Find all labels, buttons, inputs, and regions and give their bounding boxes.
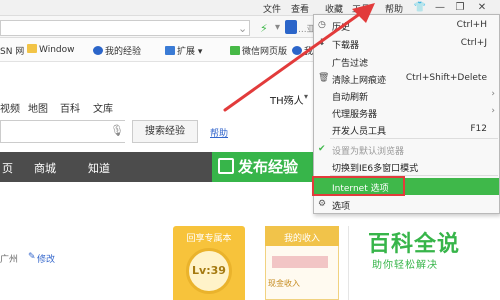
lightning-icon[interactable]: ⚡ — [260, 22, 268, 35]
vip-card-title: 回享专属本 — [186, 234, 232, 244]
restore-button[interactable]: ❐ — [452, 1, 468, 15]
wechat-icon — [230, 46, 240, 55]
help-link[interactable]: 帮助 — [210, 126, 228, 139]
trash-icon: 🗑 — [318, 73, 330, 83]
folder-icon — [27, 44, 37, 53]
close-button[interactable]: ✕ — [474, 1, 490, 15]
menu-item-ad-filter[interactable]: 广告过滤 — [314, 53, 499, 70]
menu-item-proxy[interactable]: 代理服务器 › — [314, 104, 499, 121]
nav-video[interactable]: 视频 — [0, 100, 20, 115]
download-icon: ⬇ — [318, 38, 326, 48]
username[interactable]: TH殇人 — [270, 92, 304, 107]
bookmark-item[interactable]: SN 网 — [0, 44, 24, 58]
pencil-icon: ✎ — [28, 252, 36, 262]
minimize-button[interactable]: — — [432, 1, 448, 15]
chevron-right-icon: › — [491, 106, 495, 116]
bookmark-item[interactable]: 我的经验 — [93, 44, 141, 58]
edit-icon — [218, 158, 234, 174]
nav-home[interactable]: 页 — [2, 160, 13, 176]
cash-income-label: 现金收入 — [268, 279, 300, 288]
menu-item-devtools[interactable]: 开发人员工具 F12 — [314, 121, 499, 138]
highlight-box — [312, 176, 405, 196]
bookmark-label: 我的经验 — [105, 47, 142, 57]
menu-item-options[interactable]: ⚙ 选项 — [314, 196, 499, 213]
bookmark-item[interactable]: Window — [27, 44, 75, 58]
watermark-title: 百科全说 — [368, 232, 461, 257]
income-card-title: 我的收入 — [283, 234, 320, 244]
blurred-amount — [272, 256, 328, 268]
search-engine-icon[interactable] — [285, 20, 297, 34]
bookmark-item[interactable]: 微信网页版 — [230, 44, 287, 58]
nav-mall[interactable]: 商城 — [34, 160, 56, 176]
menu-item-downloader[interactable]: ⬇ 下载器 Ctrl+J — [314, 35, 499, 52]
user-location: 广州 — [0, 255, 19, 265]
modify-link[interactable]: 修改 — [37, 252, 55, 265]
nav-baike[interactable]: 百科 — [60, 100, 80, 115]
microphone-icon[interactable]: 🎙 — [110, 124, 124, 137]
menu-item-ie6-mode[interactable]: 切换到IE6多窗口模式 — [314, 158, 499, 175]
gear-icon: ⚙ — [318, 199, 327, 209]
level-badge-text: Lv:39 — [192, 264, 226, 277]
history-icon: ◷ — [318, 20, 326, 30]
bookmark-label: 微信网页版 — [242, 47, 288, 57]
publish-button[interactable]: 发布经验 — [238, 156, 298, 177]
search-button[interactable]: 搜索经验 — [132, 120, 198, 143]
watermark-subtitle: 助你轻松解决 — [372, 260, 438, 271]
bookmark-label: 扩展 — [177, 47, 196, 57]
dropdown-icon[interactable]: ▾ — [275, 22, 280, 33]
chevron-down-icon[interactable]: ▾ — [304, 92, 308, 101]
search-input[interactable] — [0, 120, 125, 143]
dropdown-icon[interactable]: ⌄ — [238, 22, 247, 35]
address-input[interactable] — [0, 20, 250, 36]
menu-separator — [330, 138, 498, 139]
menu-item-set-default: ✔ 设置为默认浏览器 — [318, 144, 405, 157]
checkmark-icon: ✔ — [318, 144, 326, 154]
bookmark-label: SN 网 — [0, 47, 25, 57]
extension-icon — [165, 46, 175, 55]
menu-file[interactable]: 文件 — [263, 2, 281, 15]
menu-item-auto-refresh[interactable]: 自动刷新 › — [314, 87, 499, 104]
nav-zhidao[interactable]: 知道 — [88, 160, 110, 176]
menu-item-clear-traces[interactable]: 🗑 清除上网痕迹 Ctrl+Shift+Delete — [314, 70, 499, 87]
nav-wenku[interactable]: 文库 — [93, 100, 113, 115]
bookmark-label: Window — [39, 45, 75, 55]
nav-map[interactable]: 地图 — [28, 100, 48, 115]
menu-view[interactable]: 查看 — [291, 2, 309, 15]
divider — [348, 226, 349, 300]
paw-icon — [93, 46, 103, 55]
bookmark-item[interactable]: 扩展 ▾ — [165, 44, 202, 58]
chevron-right-icon: › — [491, 89, 495, 99]
menu-item-history[interactable]: ◷ 历史 Ctrl+H — [314, 17, 499, 34]
skin-icon[interactable]: 👕 — [412, 1, 428, 15]
paw-icon — [292, 46, 302, 55]
